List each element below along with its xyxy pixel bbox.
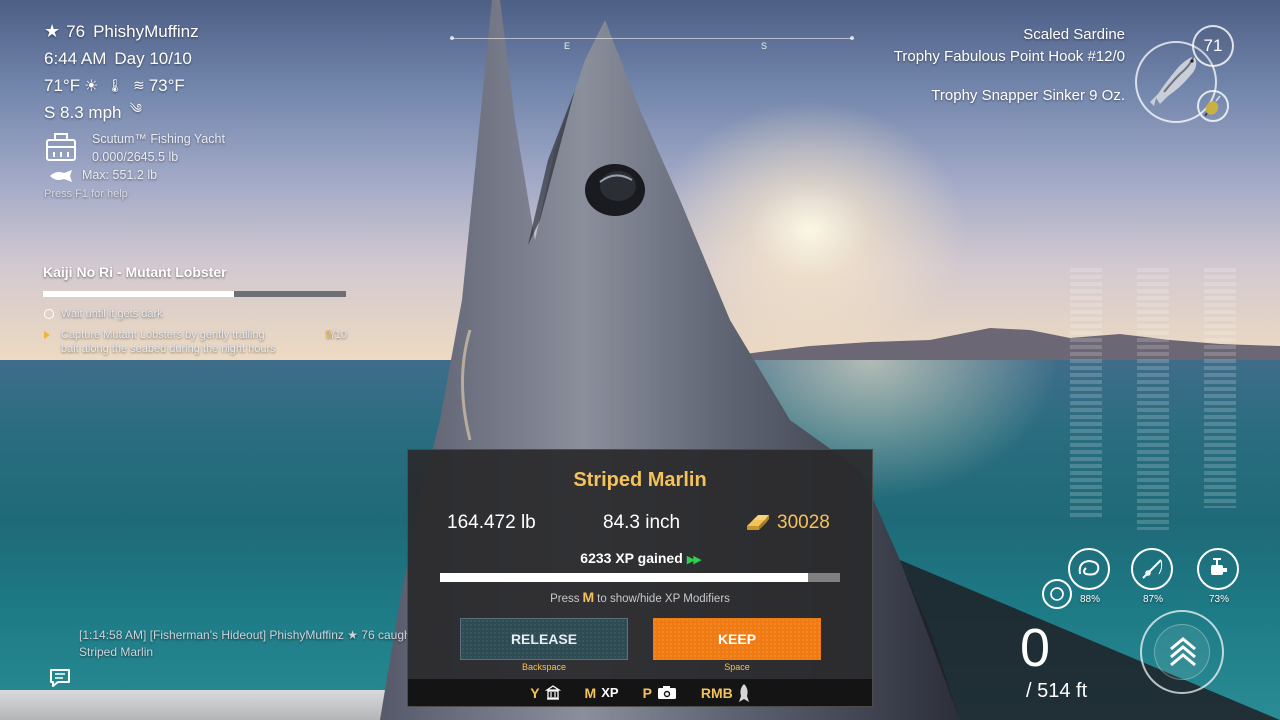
reel-wear: 73% xyxy=(1208,594,1229,605)
reel-status[interactable]: 73% xyxy=(1197,548,1241,605)
line-out-counter: 0 xyxy=(1020,618,1051,678)
quest-tracker[interactable]: Kaiji No Ri - Mutant Lobster Wait until … xyxy=(43,264,347,356)
catch-dialog: Striped Marlin 164.472 lb 84.3 inch 3002… xyxy=(407,449,873,707)
compass-tick xyxy=(850,36,854,40)
objective-text: Wait until it gets dark xyxy=(61,308,163,320)
water-temperature: 73°F xyxy=(148,75,185,95)
player-name: PhishyMuffinz xyxy=(93,21,199,41)
rod-wear: 87% xyxy=(1142,594,1163,605)
tackle-info: Scaled Sardine Trophy Fabulous Point Hoo… xyxy=(894,24,1125,107)
fish-vertical-icon xyxy=(738,683,749,702)
compass-label-east: E xyxy=(564,41,571,51)
objective-progress: 5/10 xyxy=(325,329,347,341)
line-total-length: / 514 ft xyxy=(1026,680,1088,702)
sardine-icon xyxy=(1150,55,1197,106)
fish-value-amount: 30028 xyxy=(777,512,830,533)
quest-progress-bar xyxy=(43,291,346,297)
chat-message: Striped Marlin xyxy=(79,645,154,659)
water-waves-icon: ≋ xyxy=(132,77,145,93)
line-status[interactable]: 88% xyxy=(1068,548,1112,605)
catch-stats: 164.472 lb 84.3 inch 30028 xyxy=(408,512,872,536)
line-spool-icon xyxy=(1068,548,1110,590)
release-button[interactable]: RELEASE xyxy=(460,618,628,660)
tension-gauge xyxy=(1137,268,1169,530)
xp-progress-bar xyxy=(440,573,840,582)
fast-forward-icon: ▶▶ xyxy=(686,554,702,566)
bait-name: Scaled Sardine xyxy=(1023,26,1125,43)
gold-bars-icon xyxy=(747,515,769,530)
boat-name: Scutum™ Fishing Yacht xyxy=(92,132,225,146)
quest-progress-fill xyxy=(43,291,234,297)
xp-modifiers-hint: Press Mto show/hide XP Modifiers xyxy=(550,589,730,605)
xp-progress-fill xyxy=(440,573,808,582)
trophy-board-icon xyxy=(544,684,561,700)
bait-count-badge: 71 xyxy=(1192,25,1234,67)
fishing-rod-icon xyxy=(1131,548,1173,590)
player-level: 76 xyxy=(66,21,86,41)
chat-log: [1:14:58 AM] [Fisherman's Hideout] Phish… xyxy=(79,627,409,661)
fish-species: Striped Marlin xyxy=(573,469,707,491)
star-icon: ★ xyxy=(44,21,61,41)
quest-objective: Capture Mutant Lobsters by gently traili… xyxy=(43,328,347,356)
xp-gained: 6233 XP gained ▶▶ xyxy=(408,550,872,566)
wind-speed: S 8.3 mph xyxy=(44,102,122,122)
hint-key: M xyxy=(582,589,595,605)
fish-length: 84.3 inch xyxy=(603,512,681,533)
tackle-box-icon xyxy=(46,133,76,161)
quest-title: Kaiji No Ri - Mutant Lobster xyxy=(43,264,227,280)
fish-value: 30028 xyxy=(745,512,830,534)
air-temperature: 71°F xyxy=(44,75,81,95)
help-hint: Press F1 for help xyxy=(44,188,128,200)
wind-icon: ༄ xyxy=(129,101,142,116)
hotkey-inspect[interactable]: RMB xyxy=(701,683,750,703)
hotkey-photo[interactable]: P xyxy=(643,685,677,701)
sun-icon: ☀ xyxy=(84,77,99,95)
thermometer-icon: 🌡 xyxy=(106,77,123,93)
keep-button[interactable]: KEEP xyxy=(653,618,821,660)
game-time: 6:44 AM xyxy=(44,48,107,68)
fish-icon xyxy=(50,170,72,182)
compass-label-south: S xyxy=(761,41,768,51)
tension-gauge xyxy=(1204,268,1236,508)
camera-icon xyxy=(657,686,676,699)
fish-weight: 164.472 lb xyxy=(447,512,536,533)
keep-keybind: Space xyxy=(724,662,750,672)
objective-circle-icon xyxy=(44,309,54,319)
max-fish-weight: Max: 551.2 lb xyxy=(82,168,158,182)
hotkey-xp-modifiers[interactable]: M XP xyxy=(585,685,619,701)
hook-name: Trophy Fabulous Point Hook #12/0 xyxy=(893,48,1125,65)
reel-icon xyxy=(1197,548,1239,590)
compass-line xyxy=(450,38,854,39)
line-wear: 88% xyxy=(1079,594,1100,605)
objective-arrow-icon xyxy=(44,331,50,339)
compass: E S xyxy=(450,36,854,51)
sinker-icon xyxy=(1204,95,1221,117)
quest-objective: Wait until it gets dark xyxy=(43,307,347,321)
tension-gauge xyxy=(1070,268,1102,518)
reel-speed-icon xyxy=(1154,624,1210,680)
rod-status[interactable]: 87% xyxy=(1131,548,1175,605)
objective-text: Capture Mutant Lobsters by gently traili… xyxy=(61,329,276,355)
chat-bubble-icon[interactable] xyxy=(49,668,71,688)
chat-message: [1:14:58 AM] [Fisherman's Hideout] Phish… xyxy=(79,628,409,642)
compass-tick xyxy=(450,36,454,40)
reel-speed-button[interactable] xyxy=(1140,610,1224,694)
hotkey-trophy[interactable]: Y xyxy=(530,684,561,701)
xp-gained-text: 6233 XP gained xyxy=(580,550,683,566)
sinker-name: Trophy Snapper Sinker 9 Oz. xyxy=(931,87,1125,104)
release-keybind: Backspace xyxy=(521,662,567,672)
player-info-panel: ★ 76 PhishyMuffinz 6:44 AM Day 10/10 71°… xyxy=(44,18,364,200)
boat-capacity: 0.000/2645.5 lb xyxy=(92,150,179,164)
hotkey-bar: Y M XP P RMB xyxy=(408,679,872,706)
game-day: Day 10/10 xyxy=(114,48,192,68)
